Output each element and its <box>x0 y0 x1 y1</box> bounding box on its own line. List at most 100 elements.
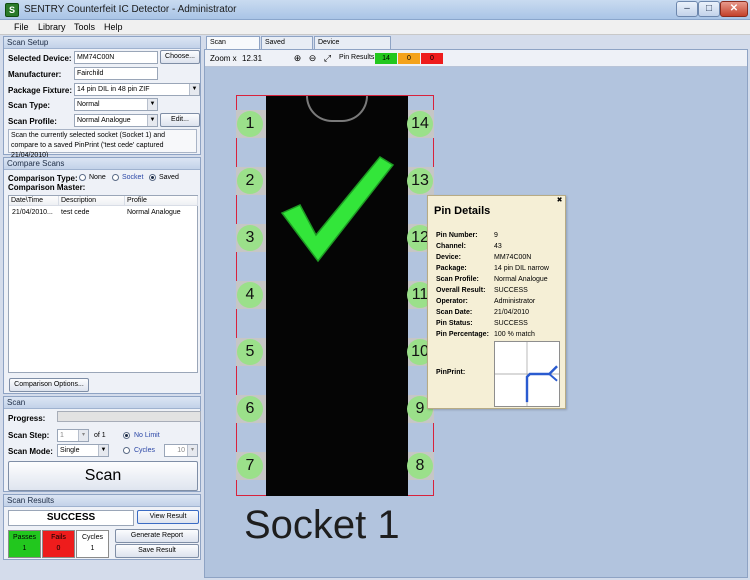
scan-step-label: Scan Step: <box>8 431 50 440</box>
generate-report-button[interactable]: Generate Report <box>115 529 199 543</box>
scan-header: Scan <box>4 397 200 409</box>
comparison-master-label: Comparison Master: <box>8 183 86 192</box>
scan-button[interactable]: Scan <box>8 461 198 491</box>
detail-key: Channel: <box>436 243 466 250</box>
tab-saved-results[interactable]: Saved Results <box>261 36 313 58</box>
menu-bar: File Library Tools Help <box>0 20 750 35</box>
edit-profile-button[interactable]: Edit... <box>160 113 200 127</box>
pin-6[interactable]: 6 <box>237 396 263 422</box>
fails-label: Fails <box>51 534 66 541</box>
column-header-profile[interactable]: Profile <box>125 196 198 206</box>
fails-value: 0 <box>56 545 61 552</box>
detail-value: Administrator <box>494 298 536 305</box>
comparison-type-label: Comparison Type: <box>8 174 78 183</box>
tab-device-documentation[interactable]: Device Documentation <box>314 36 391 58</box>
chevron-down-icon[interactable]: ▼ <box>98 445 108 456</box>
radio-no-limit[interactable] <box>123 432 130 439</box>
row-profile: Normal Analogue <box>127 209 181 216</box>
close-button[interactable]: ✕ <box>720 1 748 17</box>
menu-help[interactable]: Help <box>104 22 123 32</box>
scan-panel: Scan Progress: Scan Step: 1 ▾ of 1 No Li… <box>3 396 201 492</box>
scan-mode-select[interactable]: Single ▼ <box>57 444 109 457</box>
scan-profile-label: Scan Profile: <box>8 117 57 126</box>
pin-results-warn: 0 <box>398 53 420 64</box>
scan-type-select[interactable]: Normal ▼ <box>74 98 158 111</box>
pin-8[interactable]: 8 <box>407 453 433 479</box>
radio-socket[interactable] <box>112 174 119 181</box>
pin-1[interactable]: 1 <box>237 111 263 137</box>
pin-13[interactable]: 13 <box>407 168 433 194</box>
overall-result: SUCCESS <box>8 510 134 526</box>
pin-2[interactable]: 2 <box>237 168 263 194</box>
fit-to-window-icon[interactable]: ⤢ <box>322 53 333 64</box>
detail-key: Pin Status: <box>436 320 473 327</box>
pin-3[interactable]: 3 <box>237 225 263 251</box>
compare-scans-header: Compare Scans <box>4 158 200 170</box>
zoom-out-icon[interactable]: ⊖ <box>307 53 318 64</box>
package-fixture-label: Package Fixture: <box>8 86 73 95</box>
zoom-in-icon[interactable]: ⊕ <box>292 53 303 64</box>
fails-count: Fails 0 <box>42 530 75 558</box>
detail-value: 43 <box>494 243 502 250</box>
column-header-description[interactable]: Description <box>59 196 125 206</box>
socket-label: Socket 1 <box>244 503 400 547</box>
menu-tools[interactable]: Tools <box>74 22 95 32</box>
scan-mode-label: Scan Mode: <box>8 447 53 456</box>
close-icon[interactable]: ✖ <box>556 197 563 204</box>
pin-results-pass: 14 <box>375 53 397 64</box>
radio-no-limit-label: No Limit <box>134 432 160 439</box>
scan-step-select[interactable]: 1 ▾ <box>57 429 89 442</box>
package-fixture-select[interactable]: 14 pin DIL in 48 pin ZIF ▼ <box>74 83 200 96</box>
scan-setup-header: Scan Setup <box>4 37 200 49</box>
title-bar: S SENTRY Counterfeit IC Detector - Admin… <box>0 0 750 20</box>
pin-results-label: Pin Results <box>339 54 375 61</box>
choose-button[interactable]: Choose... <box>160 50 200 64</box>
menu-file[interactable]: File <box>14 22 29 32</box>
chevron-down-icon[interactable]: ▼ <box>147 115 157 126</box>
passes-label: Passes <box>13 534 36 541</box>
scan-type-value: Normal <box>77 101 100 108</box>
pin-7[interactable]: 7 <box>237 453 263 479</box>
cycles-label: Cycles <box>81 534 103 541</box>
radio-cycles[interactable] <box>123 447 130 454</box>
pin-14[interactable]: 14 <box>407 111 433 137</box>
detail-value: Normal Analogue <box>494 276 548 283</box>
scan-step-of: of 1 <box>94 432 106 439</box>
stepper-icon[interactable]: ▾ <box>78 430 88 441</box>
cycles-count-field[interactable]: 10 ▾ <box>164 444 198 457</box>
detail-key: Package: <box>436 265 467 272</box>
radio-saved[interactable] <box>149 174 156 181</box>
stepper-icon[interactable]: ▾ <box>187 445 197 456</box>
cycles-count: Cycles 1 <box>76 530 109 558</box>
save-result-button[interactable]: Save Result <box>115 544 199 558</box>
zoom-label: Zoom x <box>210 54 237 63</box>
compare-scans-panel: Compare Scans Comparison Type: None Sock… <box>3 157 201 394</box>
scan-setup-panel: Scan Setup Selected Device: MM74C00N Cho… <box>3 36 201 159</box>
tab-scan-overview[interactable]: Scan Overview <box>206 36 260 58</box>
selected-device-field[interactable]: MM74C00N <box>74 51 158 64</box>
scan-profile-select[interactable]: Normal Analogue ▼ <box>74 114 158 127</box>
pin-details-popup: ✖ Pin Details Pin Number: 9 Channel: 43 … <box>427 195 566 409</box>
pin-5[interactable]: 5 <box>237 339 263 365</box>
chevron-down-icon[interactable]: ▼ <box>147 99 157 110</box>
chevron-down-icon[interactable]: ▼ <box>189 84 199 95</box>
passes-value: 1 <box>22 545 27 552</box>
pin-results-fail: 0 <box>421 53 443 64</box>
maximize-button[interactable]: □ <box>698 1 720 17</box>
column-header-datetime[interactable]: Date\Time <box>9 196 59 206</box>
scan-type-label: Scan Type: <box>8 101 51 110</box>
scan-mode-value: Single <box>60 447 80 454</box>
minimize-button[interactable]: – <box>676 1 698 17</box>
detail-key: Scan Date: <box>436 309 473 316</box>
progress-label: Progress: <box>8 414 46 423</box>
selected-device-label: Selected Device: <box>8 54 72 63</box>
pin-4[interactable]: 4 <box>237 282 263 308</box>
comparison-options-button[interactable]: Comparison Options... <box>9 378 89 392</box>
radio-none[interactable] <box>79 174 86 181</box>
view-result-button[interactable]: View Result <box>137 510 199 524</box>
detail-key: Operator: <box>436 298 468 305</box>
comparison-master-table: Date\Time Description Profile 21/04/2010… <box>8 195 198 373</box>
radio-cycles-label: Cycles <box>134 447 156 454</box>
detail-key: Pin Percentage: <box>436 331 489 338</box>
menu-library[interactable]: Library <box>38 22 66 32</box>
